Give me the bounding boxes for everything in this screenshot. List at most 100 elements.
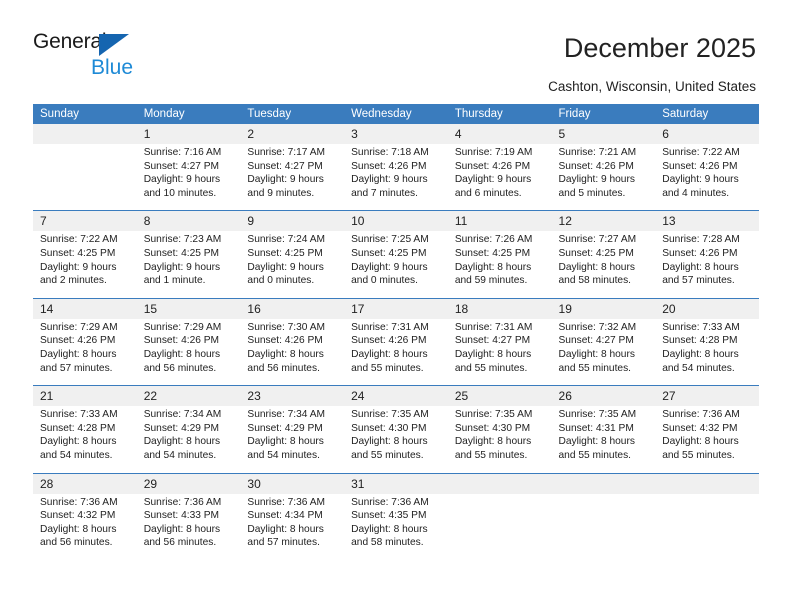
day-number[interactable]: 26 bbox=[551, 386, 656, 407]
day-cell[interactable]: Sunrise: 7:19 AM Sunset: 4:26 PM Dayligh… bbox=[447, 144, 552, 211]
day-number[interactable]: 23 bbox=[240, 386, 345, 407]
day-number[interactable]: 15 bbox=[136, 298, 241, 319]
sunset-text: Sunset: 4:26 PM bbox=[351, 335, 427, 347]
daylight-text-line2: and 55 minutes. bbox=[351, 362, 424, 374]
day-cell[interactable]: Sunrise: 7:34 AM Sunset: 4:29 PM Dayligh… bbox=[240, 406, 345, 473]
day-cell[interactable]: Sunrise: 7:28 AM Sunset: 4:26 PM Dayligh… bbox=[655, 231, 759, 298]
day-number[interactable]: 22 bbox=[136, 386, 241, 407]
daylight-text-line1: Daylight: 8 hours bbox=[454, 436, 532, 448]
daylight-text-line1: Daylight: 8 hours bbox=[454, 348, 532, 360]
day-cell[interactable]: Sunrise: 7:24 AM Sunset: 4:25 PM Dayligh… bbox=[240, 231, 345, 298]
day-number[interactable]: 31 bbox=[344, 473, 448, 494]
daylight-text-line2: and 57 minutes. bbox=[40, 362, 113, 374]
page-header: General Blue December 2025 Cashton, Wisc… bbox=[0, 0, 792, 100]
day-cell[interactable]: Sunrise: 7:36 AM Sunset: 4:32 PM Dayligh… bbox=[655, 406, 759, 473]
day-number bbox=[655, 473, 759, 494]
calendar-body: 1 2 3 4 5 6 Sunrise: 7:16 AM Sunset: 4:2… bbox=[33, 124, 759, 560]
day-cell[interactable]: Sunrise: 7:29 AM Sunset: 4:26 PM Dayligh… bbox=[33, 318, 137, 386]
day-cell[interactable]: Sunrise: 7:22 AM Sunset: 4:26 PM Dayligh… bbox=[655, 144, 759, 211]
sunrise-text: Sunrise: 7:28 AM bbox=[662, 234, 740, 246]
daylight-text-line1: Daylight: 8 hours bbox=[143, 523, 221, 535]
day-number[interactable]: 12 bbox=[551, 211, 656, 232]
sunset-text: Sunset: 4:27 PM bbox=[558, 335, 634, 347]
day-cell[interactable]: Sunrise: 7:35 AM Sunset: 4:31 PM Dayligh… bbox=[551, 406, 656, 473]
sunset-text: Sunset: 4:31 PM bbox=[558, 422, 634, 434]
day-cell[interactable]: Sunrise: 7:31 AM Sunset: 4:27 PM Dayligh… bbox=[447, 318, 552, 386]
day-number[interactable]: 8 bbox=[136, 211, 241, 232]
sunrise-text: Sunrise: 7:36 AM bbox=[143, 496, 222, 508]
day-number[interactable]: 20 bbox=[655, 298, 759, 319]
day-cell[interactable]: Sunrise: 7:33 AM Sunset: 4:28 PM Dayligh… bbox=[33, 406, 137, 473]
daylight-text-line1: Daylight: 8 hours bbox=[662, 348, 739, 360]
daylight-text-line2: and 0 minutes. bbox=[351, 275, 418, 287]
day-cell[interactable]: Sunrise: 7:29 AM Sunset: 4:26 PM Dayligh… bbox=[136, 318, 241, 386]
day-cell[interactable]: Sunrise: 7:26 AM Sunset: 4:25 PM Dayligh… bbox=[447, 231, 552, 298]
day-number[interactable]: 24 bbox=[344, 386, 448, 407]
day-cell[interactable]: Sunrise: 7:36 AM Sunset: 4:34 PM Dayligh… bbox=[240, 493, 345, 560]
sunrise-text: Sunrise: 7:36 AM bbox=[40, 496, 118, 508]
day-number[interactable]: 4 bbox=[447, 124, 552, 144]
day-cell bbox=[447, 493, 552, 560]
sunrise-text: Sunrise: 7:29 AM bbox=[40, 321, 118, 333]
day-number[interactable]: 13 bbox=[655, 211, 759, 232]
day-cell[interactable]: Sunrise: 7:16 AM Sunset: 4:27 PM Dayligh… bbox=[136, 144, 241, 211]
day-number[interactable]: 14 bbox=[33, 298, 137, 319]
day-number[interactable]: 19 bbox=[551, 298, 656, 319]
day-number[interactable]: 2 bbox=[240, 124, 345, 144]
sunset-text: Sunset: 4:25 PM bbox=[247, 247, 323, 259]
day-cell[interactable]: Sunrise: 7:36 AM Sunset: 4:32 PM Dayligh… bbox=[33, 493, 137, 560]
week-row-details: Sunrise: 7:29 AM Sunset: 4:26 PM Dayligh… bbox=[33, 318, 759, 386]
day-number[interactable]: 28 bbox=[33, 473, 137, 494]
day-number[interactable]: 7 bbox=[33, 211, 137, 232]
day-cell[interactable]: Sunrise: 7:21 AM Sunset: 4:26 PM Dayligh… bbox=[551, 144, 656, 211]
day-cell[interactable]: Sunrise: 7:25 AM Sunset: 4:25 PM Dayligh… bbox=[344, 231, 448, 298]
day-number[interactable]: 11 bbox=[447, 211, 552, 232]
day-number[interactable]: 18 bbox=[447, 298, 552, 319]
day-number[interactable] bbox=[33, 124, 137, 144]
day-cell[interactable]: Sunrise: 7:35 AM Sunset: 4:30 PM Dayligh… bbox=[447, 406, 552, 473]
day-number[interactable]: 29 bbox=[136, 473, 241, 494]
sunrise-text: Sunrise: 7:25 AM bbox=[351, 234, 429, 246]
daylight-text-line1: Daylight: 8 hours bbox=[40, 348, 117, 360]
day-cell[interactable]: Sunrise: 7:36 AM Sunset: 4:33 PM Dayligh… bbox=[136, 493, 241, 560]
day-number[interactable]: 21 bbox=[33, 386, 137, 407]
daylight-text-line2: and 55 minutes. bbox=[558, 449, 632, 461]
day-number[interactable]: 10 bbox=[344, 211, 448, 232]
day-cell[interactable]: Sunrise: 7:31 AM Sunset: 4:26 PM Dayligh… bbox=[344, 318, 448, 386]
day-number[interactable]: 6 bbox=[655, 124, 759, 144]
day-cell[interactable]: Sunrise: 7:18 AM Sunset: 4:26 PM Dayligh… bbox=[344, 144, 448, 211]
daylight-text-line2: and 59 minutes. bbox=[454, 275, 528, 287]
sunrise-text: Sunrise: 7:23 AM bbox=[143, 234, 222, 246]
sunset-text: Sunset: 4:26 PM bbox=[143, 335, 220, 347]
daylight-text-line1: Daylight: 9 hours bbox=[247, 261, 324, 273]
day-number[interactable]: 16 bbox=[240, 298, 345, 319]
day-cell[interactable]: Sunrise: 7:32 AM Sunset: 4:27 PM Dayligh… bbox=[551, 318, 656, 386]
day-cell[interactable]: Sunrise: 7:34 AM Sunset: 4:29 PM Dayligh… bbox=[136, 406, 241, 473]
day-number[interactable]: 5 bbox=[551, 124, 656, 144]
sunset-text: Sunset: 4:30 PM bbox=[454, 422, 531, 434]
sunset-text: Sunset: 4:26 PM bbox=[558, 160, 634, 172]
day-cell[interactable]: Sunrise: 7:35 AM Sunset: 4:30 PM Dayligh… bbox=[344, 406, 448, 473]
day-number[interactable]: 17 bbox=[344, 298, 448, 319]
day-cell[interactable] bbox=[33, 144, 137, 211]
day-number[interactable]: 30 bbox=[240, 473, 345, 494]
daylight-text-line1: Daylight: 8 hours bbox=[558, 261, 635, 273]
sunset-text: Sunset: 4:32 PM bbox=[40, 510, 116, 522]
day-number[interactable]: 27 bbox=[655, 386, 759, 407]
week-row-details: Sunrise: 7:16 AM Sunset: 4:27 PM Dayligh… bbox=[33, 144, 759, 211]
daylight-text-line2: and 54 minutes. bbox=[40, 449, 113, 461]
day-number[interactable]: 9 bbox=[240, 211, 345, 232]
day-number[interactable]: 3 bbox=[344, 124, 448, 144]
day-number[interactable]: 1 bbox=[136, 124, 241, 144]
day-cell[interactable]: Sunrise: 7:27 AM Sunset: 4:25 PM Dayligh… bbox=[551, 231, 656, 298]
day-cell[interactable]: Sunrise: 7:36 AM Sunset: 4:35 PM Dayligh… bbox=[344, 493, 448, 560]
daylight-text-line2: and 58 minutes. bbox=[351, 537, 424, 549]
day-cell[interactable]: Sunrise: 7:33 AM Sunset: 4:28 PM Dayligh… bbox=[655, 318, 759, 386]
day-cell[interactable]: Sunrise: 7:22 AM Sunset: 4:25 PM Dayligh… bbox=[33, 231, 137, 298]
day-number[interactable]: 25 bbox=[447, 386, 552, 407]
day-cell[interactable]: Sunrise: 7:30 AM Sunset: 4:26 PM Dayligh… bbox=[240, 318, 345, 386]
general-blue-logo[interactable]: General Blue bbox=[33, 30, 163, 80]
sunrise-text: Sunrise: 7:22 AM bbox=[40, 234, 118, 246]
day-cell[interactable]: Sunrise: 7:23 AM Sunset: 4:25 PM Dayligh… bbox=[136, 231, 241, 298]
day-cell[interactable]: Sunrise: 7:17 AM Sunset: 4:27 PM Dayligh… bbox=[240, 144, 345, 211]
